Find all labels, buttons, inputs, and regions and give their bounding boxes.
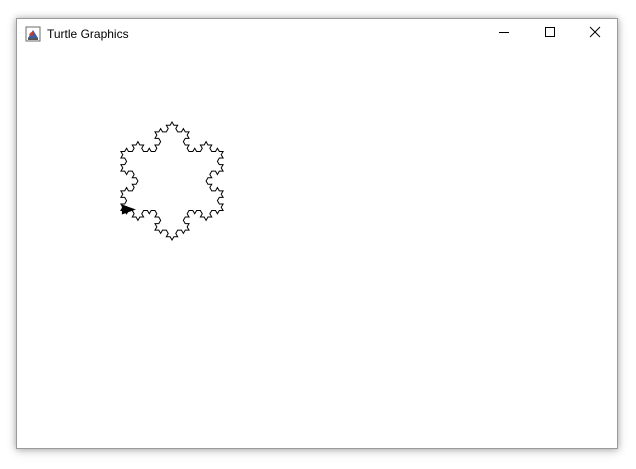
turtle-drawing bbox=[120, 120, 224, 242]
title-bar[interactable]: Turtle Graphics bbox=[17, 19, 617, 49]
close-button[interactable] bbox=[572, 19, 618, 49]
turtle-graphics-window: Turtle Graphics bbox=[16, 18, 618, 449]
drawing-canvas[interactable] bbox=[17, 49, 617, 448]
koch-snowflake-path bbox=[120, 120, 224, 242]
window-title: Turtle Graphics bbox=[47, 27, 129, 41]
maximize-button[interactable] bbox=[527, 19, 573, 49]
maximize-icon bbox=[544, 25, 556, 43]
minimize-button[interactable] bbox=[481, 19, 527, 49]
close-icon bbox=[589, 25, 601, 43]
minimize-icon bbox=[498, 25, 510, 43]
java-cup-icon bbox=[25, 26, 41, 42]
